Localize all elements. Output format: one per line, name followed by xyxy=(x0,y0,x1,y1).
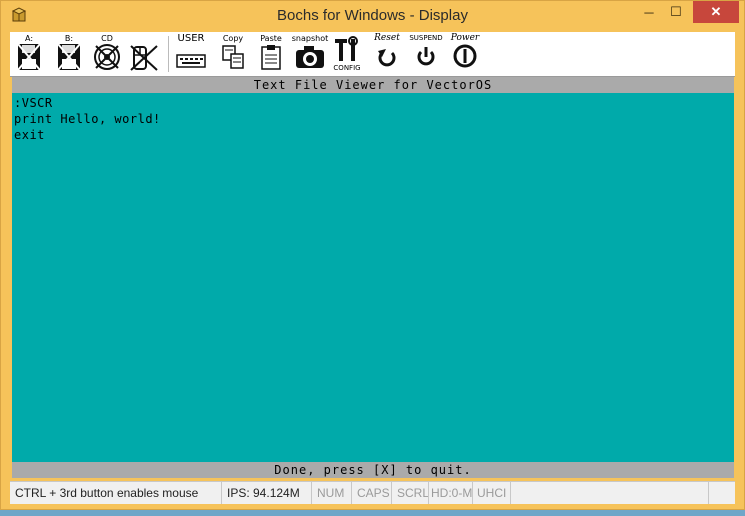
status-uhci: UHCI xyxy=(473,482,511,504)
content-line: exit xyxy=(14,128,45,142)
camera-icon xyxy=(296,46,324,68)
reset-icon xyxy=(378,49,396,67)
keyboard-icon xyxy=(176,54,206,68)
snapshot-label: snapshot xyxy=(291,34,329,43)
floppy-b-label: B: xyxy=(64,34,74,43)
emulator-display[interactable]: Text File Viewer for VectorOS :VSCR prin… xyxy=(12,77,734,478)
mouse-toggle-button[interactable] xyxy=(128,34,160,74)
status-caps: CAPS xyxy=(352,482,392,504)
config-icon xyxy=(335,36,358,61)
snapshot-button[interactable]: snapshot xyxy=(292,34,328,74)
reset-label: Reset xyxy=(374,33,400,43)
viewer-header: Text File Viewer for VectorOS xyxy=(12,77,734,93)
cdrom-icon xyxy=(94,44,120,70)
file-content: :VSCR print Hello, world! exit xyxy=(14,95,161,143)
toolbar: A: B: CD USER Copy Paste snapshot CONFIG… xyxy=(10,32,735,77)
minimize-button[interactable]: ─ xyxy=(634,1,664,23)
suspend-icon xyxy=(417,47,435,66)
toolbar-separator xyxy=(168,36,169,72)
config-button[interactable]: CONFIG xyxy=(332,34,362,74)
bochs-window: Bochs for Windows - Display ─ ☐ ✕ A: B: xyxy=(0,0,745,510)
content-line: print Hello, world! xyxy=(14,112,161,126)
suspend-label: SUSPEND xyxy=(409,34,443,42)
status-num: NUM xyxy=(312,482,352,504)
copy-label: Copy xyxy=(222,34,244,43)
status-bar: CTRL + 3rd button enables mouse IPS: 94.… xyxy=(10,481,735,504)
cdrom-button[interactable]: CD xyxy=(92,34,122,74)
power-icon xyxy=(453,44,477,68)
user-button[interactable]: USER xyxy=(174,34,208,74)
power-label: Power xyxy=(450,33,480,43)
floppy-b-button[interactable]: B: xyxy=(54,34,84,74)
window-title: Bochs for Windows - Display xyxy=(277,7,468,24)
cdrom-label: CD xyxy=(101,34,113,43)
content-line: :VSCR xyxy=(14,96,53,110)
copy-button[interactable]: Copy xyxy=(218,34,248,74)
user-label: USER xyxy=(177,33,205,44)
mouse-icon xyxy=(130,45,158,71)
close-button[interactable]: ✕ xyxy=(693,1,739,23)
floppy-a-icon xyxy=(17,43,41,71)
status-hd: HD:0-M xyxy=(429,482,473,504)
title-bar[interactable]: Bochs for Windows - Display ─ ☐ ✕ xyxy=(1,1,744,31)
paste-icon xyxy=(261,45,281,70)
reset-button[interactable]: Reset xyxy=(370,34,404,74)
status-mouse-hint: CTRL + 3rd button enables mouse xyxy=(10,482,222,504)
paste-label: Paste xyxy=(260,34,282,43)
floppy-b-icon xyxy=(57,43,81,71)
status-empty xyxy=(511,482,709,504)
resize-grip[interactable] xyxy=(709,482,735,504)
maximize-button[interactable]: ☐ xyxy=(661,1,691,23)
viewer-footer: Done, press [X] to quit. xyxy=(12,462,734,478)
floppy-a-label: A: xyxy=(24,34,34,43)
copy-icon xyxy=(222,45,244,69)
config-label: CONFIG xyxy=(333,64,361,72)
power-button[interactable]: Power xyxy=(448,34,482,74)
floppy-a-button[interactable]: A: xyxy=(14,34,44,74)
status-ips: IPS: 94.124M xyxy=(222,482,312,504)
status-scrl: SCRL xyxy=(392,482,429,504)
suspend-button[interactable]: SUSPEND xyxy=(408,34,444,74)
paste-button[interactable]: Paste xyxy=(256,34,286,74)
